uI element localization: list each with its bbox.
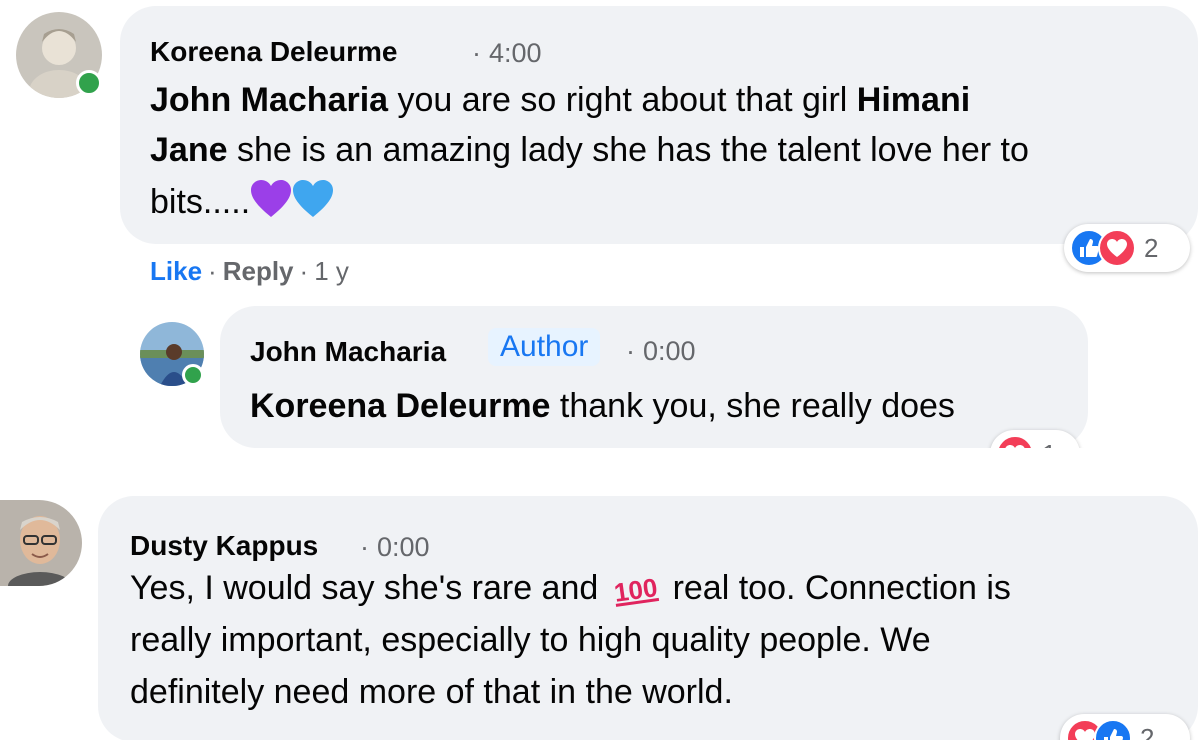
separator: ·: [208, 256, 217, 286]
mention-link[interactable]: Jane: [150, 131, 228, 169]
comment-text-line-1: Yes, I would say she's rare and 100 real…: [130, 562, 1011, 616]
reaction-summary[interactable]: 2: [1064, 224, 1190, 272]
purple-heart-icon: [250, 179, 292, 234]
like-button[interactable]: Like: [150, 256, 202, 286]
mention-link[interactable]: John Macharia: [150, 81, 388, 119]
separator: ·: [299, 256, 309, 286]
online-status-icon: [76, 70, 102, 96]
mention-link[interactable]: Koreena Deleurme: [250, 387, 550, 425]
comment-text-line-1: John Macharia you are so right about tha…: [150, 81, 971, 119]
comment-text-line-2: Jane she is an amazing lady she has the …: [150, 131, 1029, 169]
love-reaction-icon: [996, 435, 1034, 448]
comment-text-line-1: Koreena Deleurme thank you, she really d…: [250, 387, 955, 425]
comment-time: 0:00: [643, 336, 696, 366]
separator: ·: [472, 38, 481, 68]
comment-time: 4:00: [489, 38, 542, 68]
reaction-summary[interactable]: 2: [1060, 714, 1190, 740]
mention-link[interactable]: Himani: [857, 81, 970, 119]
hundred-points-icon: 100: [611, 572, 660, 608]
comment-author[interactable]: John Macharia: [250, 336, 446, 368]
comment-text-line-3: bits.....: [150, 176, 334, 234]
reaction-count: 1: [1042, 439, 1056, 449]
reaction-summary[interactable]: 1: [990, 430, 1080, 448]
reaction-count: 2: [1140, 722, 1155, 741]
like-reaction-icon: [1094, 719, 1132, 740]
blue-heart-icon: [292, 179, 334, 234]
comment-actions: Like · Reply · 1 y: [150, 256, 349, 287]
comment-timestamp[interactable]: · 4:00: [458, 38, 542, 69]
separator: ·: [626, 336, 635, 366]
comment-time: 0:00: [377, 532, 430, 562]
comment-text-line-3: definitely need more of that in the worl…: [130, 673, 733, 711]
comment-bubble: Dusty Kappus · 0:00 Yes, I would say she'…: [98, 496, 1198, 740]
comment-text-line-2: really important, especially to high qua…: [130, 621, 931, 659]
comment-clip: Dusty Kappus · 0:00 Yes, I would say she'…: [0, 490, 1200, 740]
comment-bubble: John Macharia Author · 0:00 Koreena Deleu…: [220, 306, 1088, 448]
reaction-count: 2: [1144, 232, 1159, 263]
comment-age[interactable]: 1 y: [314, 256, 349, 286]
comment-timestamp[interactable]: · 0:00: [612, 336, 696, 367]
separator: ·: [360, 532, 369, 562]
reply-clip: John Macharia Author · 0:00 Koreena Deleu…: [0, 300, 1200, 448]
comment-bubble: Koreena Deleurme · 4:00 John Macharia you…: [120, 6, 1198, 244]
comment-author[interactable]: Koreena Deleurme: [150, 36, 397, 68]
author-badge: Author: [488, 328, 601, 366]
comment-timestamp[interactable]: · 0:00: [346, 532, 430, 563]
love-reaction-icon: [1098, 229, 1136, 267]
comment-author[interactable]: Dusty Kappus: [130, 530, 318, 562]
reply-button[interactable]: Reply: [223, 256, 294, 286]
